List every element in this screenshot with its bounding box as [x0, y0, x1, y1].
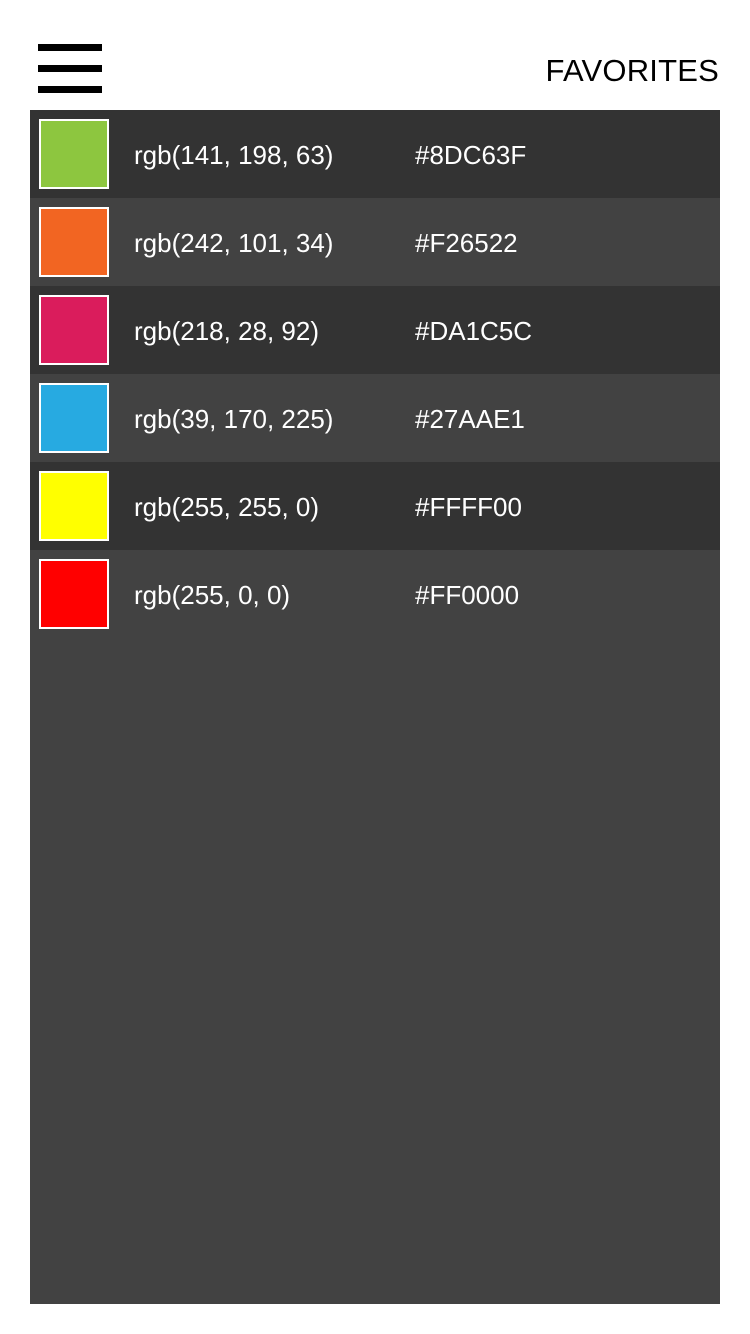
hamburger-menu-icon[interactable] — [38, 44, 102, 94]
color-swatch — [39, 471, 109, 541]
hex-value: #FF0000 — [415, 580, 520, 610]
rgb-value: rgb(255, 255, 0) — [134, 492, 320, 522]
favorite-row[interactable]: rgb(255, 255, 0) #FFFF00 — [30, 462, 720, 550]
page-title: FAVORITES — [545, 53, 719, 88]
hex-value: #FFFF00 — [415, 492, 522, 522]
rgb-value: rgb(141, 198, 63) — [134, 140, 334, 170]
favorite-row[interactable]: rgb(141, 198, 63) #8DC63F — [30, 110, 720, 198]
favorites-list: rgb(141, 198, 63) #8DC63F rgb(242, 101, … — [30, 110, 720, 1304]
rgb-value: rgb(242, 101, 34) — [134, 228, 334, 258]
menu-bar-middle — [38, 65, 102, 72]
rgb-value: rgb(218, 28, 92) — [134, 316, 320, 346]
rgb-value: rgb(39, 170, 225) — [134, 404, 334, 434]
color-swatch — [39, 295, 109, 365]
color-swatch — [39, 207, 109, 277]
favorite-row[interactable]: rgb(218, 28, 92) #DA1C5C — [30, 286, 720, 374]
app-header: FAVORITES — [0, 0, 750, 110]
menu-bar-bottom — [38, 86, 102, 93]
hex-value: #27AAE1 — [415, 404, 525, 434]
favorite-row[interactable]: rgb(255, 0, 0) #FF0000 — [30, 550, 720, 638]
color-swatch — [39, 383, 109, 453]
color-swatch — [39, 559, 109, 629]
hex-value: #DA1C5C — [415, 316, 533, 346]
color-swatch — [39, 119, 109, 189]
rgb-value: rgb(255, 0, 0) — [134, 580, 291, 610]
favorite-row[interactable]: rgb(242, 101, 34) #F26522 — [30, 198, 720, 286]
favorite-row[interactable]: rgb(39, 170, 225) #27AAE1 — [30, 374, 720, 462]
hex-value: #F26522 — [415, 228, 518, 258]
hex-value: #8DC63F — [415, 140, 527, 170]
menu-bar-top — [38, 44, 102, 51]
